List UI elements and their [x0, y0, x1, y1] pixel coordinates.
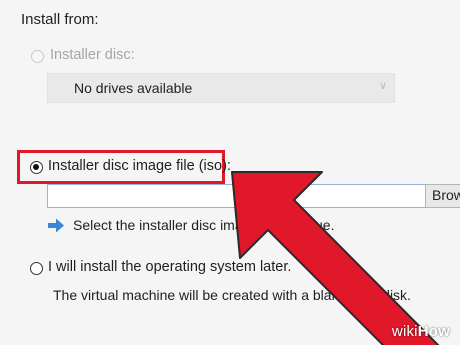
watermark-how: How: [417, 323, 450, 340]
wikihow-watermark: wikiHow: [392, 323, 450, 340]
watermark-wiki: wiki: [391, 323, 418, 340]
pointer-arrow-icon: [231, 171, 440, 345]
